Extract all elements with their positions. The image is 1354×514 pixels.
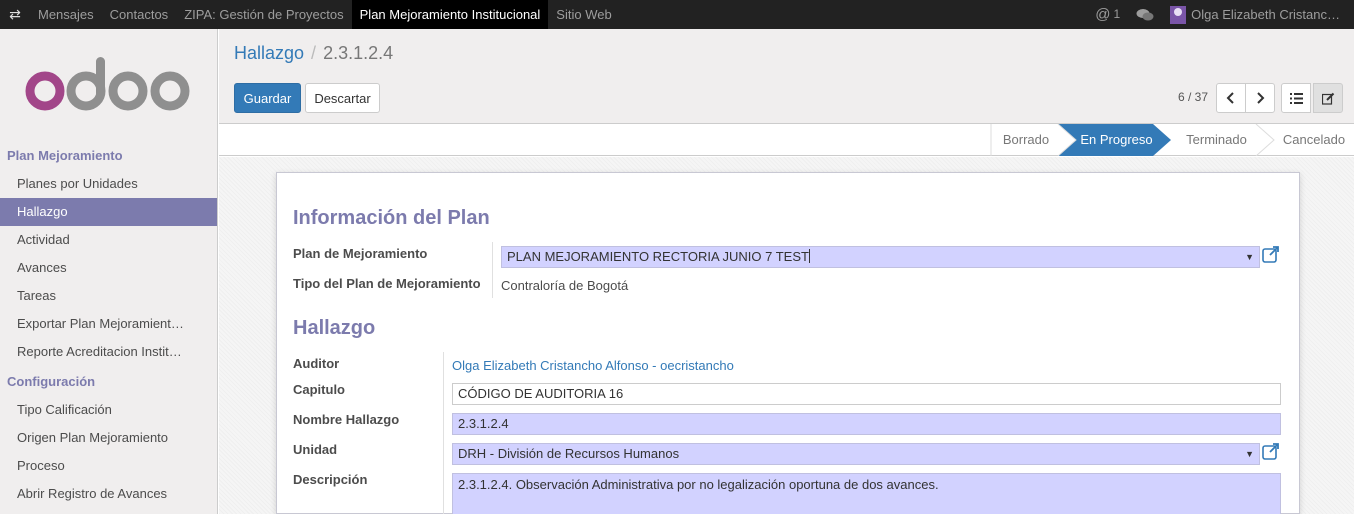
sidebar-item-avances[interactable]: Avances bbox=[0, 254, 217, 282]
sidebar-section-configuracion: Configuración bbox=[7, 374, 96, 389]
odoo-logo[interactable] bbox=[0, 29, 217, 134]
sidebar-section-plan: Plan Mejoramiento bbox=[7, 148, 123, 163]
list-icon bbox=[1289, 92, 1303, 104]
auditor-label: Auditor bbox=[293, 356, 340, 371]
sidebar-item-planes[interactable]: Planes por Unidades bbox=[0, 170, 217, 198]
user-name: Olga Elizabeth Cristanc… bbox=[1191, 7, 1340, 22]
sidebar: Plan Mejoramiento Planes por Unidades Ha… bbox=[0, 29, 218, 514]
chat-button[interactable] bbox=[1128, 8, 1162, 22]
caret-down-icon: ▼ bbox=[1245, 252, 1254, 262]
sidebar-item-proceso[interactable]: Proceso bbox=[0, 452, 217, 480]
sidebar-item-abrir-registro[interactable]: Abrir Registro de Avances bbox=[0, 480, 217, 508]
section-title-plan: Información del Plan bbox=[293, 207, 490, 229]
plan-divider bbox=[492, 242, 493, 298]
unidad-label: Unidad bbox=[293, 442, 338, 457]
menu-plan-mejoramiento[interactable]: Plan Mejoramiento Institucional bbox=[351, 0, 549, 29]
nombre-hallazgo-label: Nombre Hallazgo bbox=[293, 412, 400, 427]
menu-zipa[interactable]: ZIPA: Gestión de Proyectos bbox=[176, 0, 351, 29]
mentions-button[interactable]: @ 1 bbox=[1087, 0, 1128, 29]
sidebar-item-origen[interactable]: Origen Plan Mejoramiento bbox=[0, 424, 217, 452]
sidebar-item-tipo-calificacion[interactable]: Tipo Calificación bbox=[0, 396, 217, 424]
sidebar-item-hallazgo[interactable]: Hallazgo bbox=[0, 198, 217, 226]
pager-next-button[interactable] bbox=[1245, 83, 1275, 113]
sidebar-item-actividad[interactable]: Actividad bbox=[0, 226, 217, 254]
top-navbar: ⇄ Mensajes Contactos ZIPA: Gestión de Pr… bbox=[0, 0, 1354, 29]
top-menu: Mensajes Contactos ZIPA: Gestión de Proy… bbox=[30, 0, 620, 29]
unidad-select-value: DRH - División de Recursos Humanos bbox=[458, 446, 680, 461]
caret-down-icon: ▼ bbox=[1245, 449, 1254, 459]
list-view-button[interactable] bbox=[1281, 83, 1311, 113]
pager-previous-button[interactable] bbox=[1216, 83, 1246, 113]
menu-mensajes[interactable]: Mensajes bbox=[30, 0, 102, 29]
tipo-label: Tipo del Plan de Mejoramiento bbox=[293, 276, 481, 291]
app-switcher-icon[interactable]: ⇄ bbox=[0, 0, 30, 29]
sidebar-item-exportar[interactable]: Exportar Plan Mejoramient… bbox=[0, 310, 217, 338]
plan-label: Plan de Mejoramiento bbox=[293, 246, 428, 261]
stage-borrado[interactable]: Borrado bbox=[992, 124, 1060, 156]
external-link-icon[interactable] bbox=[1262, 442, 1280, 460]
plan-select[interactable]: PLAN MEJORAMIENTO RECTORIA JUNIO 7 TEST … bbox=[501, 246, 1260, 268]
stage-en-progreso[interactable]: En Progreso bbox=[1074, 124, 1159, 156]
sidebar-item-reporte[interactable]: Reporte Acreditacion Instit… bbox=[0, 338, 217, 366]
pager-value: 6 / 37 bbox=[1178, 90, 1209, 104]
menu-contactos[interactable]: Contactos bbox=[102, 0, 177, 29]
breadcrumb-current: 2.3.1.2.4 bbox=[323, 43, 394, 63]
control-panel: Hallazgo / 2.3.1.2.4 Guardar Descartar 6… bbox=[219, 29, 1354, 124]
breadcrumb-parent[interactable]: Hallazgo bbox=[234, 43, 304, 64]
text-cursor bbox=[808, 249, 810, 263]
auditor-link[interactable]: Olga Elizabeth Cristancho Alfonso - oecr… bbox=[452, 358, 734, 373]
discard-button[interactable]: Descartar bbox=[305, 83, 380, 113]
external-link-icon[interactable] bbox=[1262, 245, 1280, 263]
sidebar-item-tareas[interactable]: Tareas bbox=[0, 282, 217, 310]
chevron-right-icon bbox=[1257, 92, 1265, 104]
avatar bbox=[1170, 5, 1187, 24]
odoo-logo-icon bbox=[25, 56, 189, 110]
section-title-hallazgo: Hallazgo bbox=[293, 317, 376, 339]
status-bar: Borrado En Progreso Terminado Cancelado bbox=[219, 124, 1354, 156]
unidad-select[interactable]: DRH - División de Recursos Humanos ▼ bbox=[452, 443, 1260, 465]
plan-select-value: PLAN MEJORAMIENTO RECTORIA JUNIO 7 TEST bbox=[507, 249, 809, 264]
stage-terminado[interactable]: Terminado bbox=[1174, 124, 1259, 156]
capitulo-label: Capitulo bbox=[293, 382, 345, 397]
tipo-value: Contraloría de Bogotá bbox=[501, 278, 629, 293]
user-menu[interactable]: Olga Elizabeth Cristanc… bbox=[1162, 0, 1354, 29]
nombre-hallazgo-input[interactable]: 2.3.1.2.4 bbox=[452, 413, 1281, 435]
breadcrumb: Hallazgo / 2.3.1.2.4 bbox=[234, 43, 393, 64]
chevron-left-icon bbox=[1226, 92, 1234, 104]
chat-icon bbox=[1136, 8, 1154, 20]
stage-cancelado[interactable]: Cancelado bbox=[1274, 124, 1354, 156]
form-view-button[interactable] bbox=[1313, 83, 1343, 113]
menu-sitio-web[interactable]: Sitio Web bbox=[548, 0, 619, 29]
descripcion-label: Descripción bbox=[293, 472, 368, 487]
at-icon: @ bbox=[1095, 6, 1111, 23]
mentions-count: 1 bbox=[1113, 7, 1121, 21]
hallazgo-divider bbox=[443, 352, 444, 514]
capitulo-input[interactable]: CÓDIGO DE AUDITORIA 16 bbox=[452, 383, 1281, 405]
descripcion-textarea[interactable]: 2.3.1.2.4. Observación Administrativa po… bbox=[452, 473, 1281, 514]
save-button[interactable]: Guardar bbox=[234, 83, 301, 113]
topbar-right: @ 1 Olga Elizabeth Cristanc… bbox=[1087, 0, 1354, 29]
edit-icon bbox=[1321, 92, 1334, 105]
breadcrumb-separator: / bbox=[311, 43, 317, 63]
